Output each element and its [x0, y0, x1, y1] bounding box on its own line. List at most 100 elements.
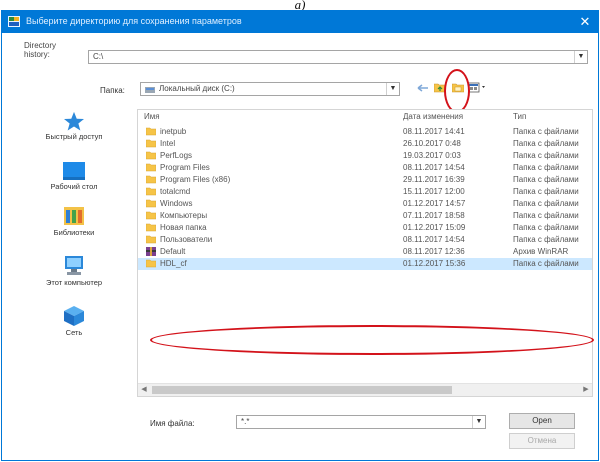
file-name: Default: [160, 247, 186, 256]
close-button[interactable]: ✕: [578, 14, 592, 30]
winrar-archive-icon: [146, 247, 156, 256]
view-menu-icon[interactable]: [468, 82, 488, 93]
file-type: Архив WinRAR: [513, 247, 569, 256]
file-type: Папка с файлами: [513, 199, 579, 208]
history-label: Directory history:: [24, 41, 57, 59]
file-date: 08.11.2017 14:41: [403, 127, 465, 136]
file-date: 01.12.2017 15:09: [403, 223, 466, 232]
file-name: Program Files (x86): [160, 175, 231, 184]
file-date: 29.11.2017 16:39: [403, 175, 465, 184]
column-header-name[interactable]: Имя: [144, 112, 160, 121]
file-name: Пользователи: [160, 235, 213, 244]
file-type: Папка с файлами: [513, 139, 579, 148]
file-list[interactable]: Имя Дата изменения Тип inetpub 08.11.2017…: [137, 109, 593, 397]
computer-icon: [65, 256, 83, 275]
file-name: Компьютеры: [160, 211, 208, 220]
file-name: Windows: [160, 199, 193, 208]
file-date: 08.11.2017 14:54: [403, 163, 465, 172]
open-button[interactable]: Open: [509, 413, 575, 429]
new-folder-icon[interactable]: [452, 82, 464, 93]
folder-icon: [146, 235, 156, 244]
save-directory-dialog: Выберите директорию для сохранения парам…: [1, 10, 599, 461]
chevron-down-icon[interactable]: ▼: [472, 416, 485, 428]
filename-combobox[interactable]: *.* ▼: [236, 415, 486, 429]
table-row[interactable]: Program Files (x86) 29.11.2017 16:39 Папка…: [138, 174, 592, 186]
app-icon: [8, 16, 20, 27]
column-header-type[interactable]: Тип: [513, 112, 526, 121]
file-type: Папка с файлами: [513, 175, 579, 184]
table-row[interactable]: Windows 01.12.2017 14:57 Папка с файлами: [138, 198, 592, 210]
table-row[interactable]: Intel 26.10.2017 0:48 Папка с файлами: [138, 138, 592, 150]
file-date: 01.12.2017 15:36: [403, 259, 466, 268]
folder-icon: [146, 151, 156, 160]
file-date: 19.03.2017 0:03: [403, 151, 461, 160]
chevron-down-icon[interactable]: ▼: [386, 83, 399, 95]
table-row[interactable]: HDL_cf 01.12.2017 15:36 Папка с файлами: [138, 258, 592, 270]
folder-icon: [146, 187, 156, 196]
table-row[interactable]: Default 08.11.2017 12:36 Архив WinRAR: [138, 246, 592, 258]
place-network[interactable]: Сеть: [12, 305, 136, 337]
folder-icon: [146, 223, 156, 232]
file-name: PerfLogs: [160, 151, 193, 160]
folder-icon: [146, 175, 156, 184]
place-label: Этот компьютер: [45, 278, 103, 287]
column-header-date[interactable]: Дата изменения: [403, 112, 463, 121]
folder-label: Папка:: [100, 86, 125, 95]
local-disk-icon: [145, 87, 155, 93]
folder-icon: [146, 163, 156, 172]
file-date: 08.11.2017 14:54: [403, 235, 465, 244]
history-value: C:\: [93, 52, 104, 61]
table-row[interactable]: Компьютеры 07.11.2017 18:58 Папка с файлам…: [138, 210, 592, 222]
file-type: Папка с файлами: [513, 187, 579, 196]
file-date: 26.10.2017 0:48: [403, 139, 461, 148]
place-label: Быстрый доступ: [45, 132, 103, 141]
file-type: Папка с файлами: [513, 127, 579, 136]
title-bar[interactable]: Выберите директорию для сохранения парам…: [2, 11, 598, 33]
table-row[interactable]: Пользователи 08.11.2017 14:54 Папка с файл…: [138, 234, 592, 246]
table-row[interactable]: Новая папка 01.12.2017 15:09 Папка с файла…: [138, 222, 592, 234]
place-this-pc[interactable]: Этот компьютер: [12, 255, 136, 287]
place-quick-access[interactable]: Быстрый доступ: [12, 111, 136, 141]
horizontal-scrollbar[interactable]: ◀ ▶: [138, 383, 592, 396]
file-name: Новая папка: [160, 223, 207, 232]
place-libraries[interactable]: Библиотеки: [12, 205, 136, 237]
scroll-left-icon[interactable]: ◀: [138, 384, 150, 396]
up-folder-icon[interactable]: [434, 82, 446, 93]
history-combobox[interactable]: C:\ ▼: [88, 50, 588, 64]
dialog-title: Выберите директорию для сохранения парам…: [26, 16, 242, 26]
libraries-icon: [64, 207, 84, 225]
place-label: Рабочий стол: [50, 182, 98, 191]
folder-icon: [146, 211, 156, 220]
network-icon: [64, 306, 84, 326]
place-label: Библиотеки: [53, 228, 95, 237]
file-type: Папка с файлами: [513, 259, 579, 268]
file-date: 08.11.2017 12:36: [403, 247, 465, 256]
file-name: Program Files: [160, 163, 210, 172]
file-date: 07.11.2017 18:58: [403, 211, 465, 220]
places-bar: Быстрый доступ Рабочий стол Библиотеки Э…: [12, 109, 136, 359]
place-desktop[interactable]: Рабочий стол: [12, 161, 136, 191]
table-row[interactable]: PerfLogs 19.03.2017 0:03 Папка с файлами: [138, 150, 592, 162]
file-type: Папка с файлами: [513, 223, 579, 232]
folder-icon: [146, 259, 156, 268]
chevron-down-icon[interactable]: ▼: [574, 51, 587, 63]
folder-icon: [146, 199, 156, 208]
folder-icon: [146, 139, 156, 148]
table-row[interactable]: inetpub 08.11.2017 14:41 Папка с файлами: [138, 126, 592, 138]
file-name: Intel: [160, 139, 176, 148]
file-date: 15.11.2017 12:00: [403, 187, 465, 196]
cancel-button[interactable]: Отмена: [509, 433, 575, 449]
filename-label: Имя файла:: [150, 419, 195, 428]
desktop-icon: [63, 162, 85, 180]
file-name: totalcmd: [160, 187, 191, 196]
table-row[interactable]: totalcmd 15.11.2017 12:00 Папка с файлами: [138, 186, 592, 198]
folder-value: Локальный диск (C:): [159, 84, 235, 93]
folder-combobox[interactable]: Локальный диск (C:) ▼: [140, 82, 400, 96]
file-name: HDL_cf: [160, 259, 187, 268]
scroll-right-icon[interactable]: ▶: [580, 384, 592, 396]
file-date: 01.12.2017 14:57: [403, 199, 466, 208]
file-type: Папка с файлами: [513, 151, 579, 160]
table-row[interactable]: Program Files 08.11.2017 14:54 Папка с фай…: [138, 162, 592, 174]
back-icon[interactable]: [416, 83, 430, 93]
scrollbar-thumb[interactable]: [152, 386, 452, 394]
